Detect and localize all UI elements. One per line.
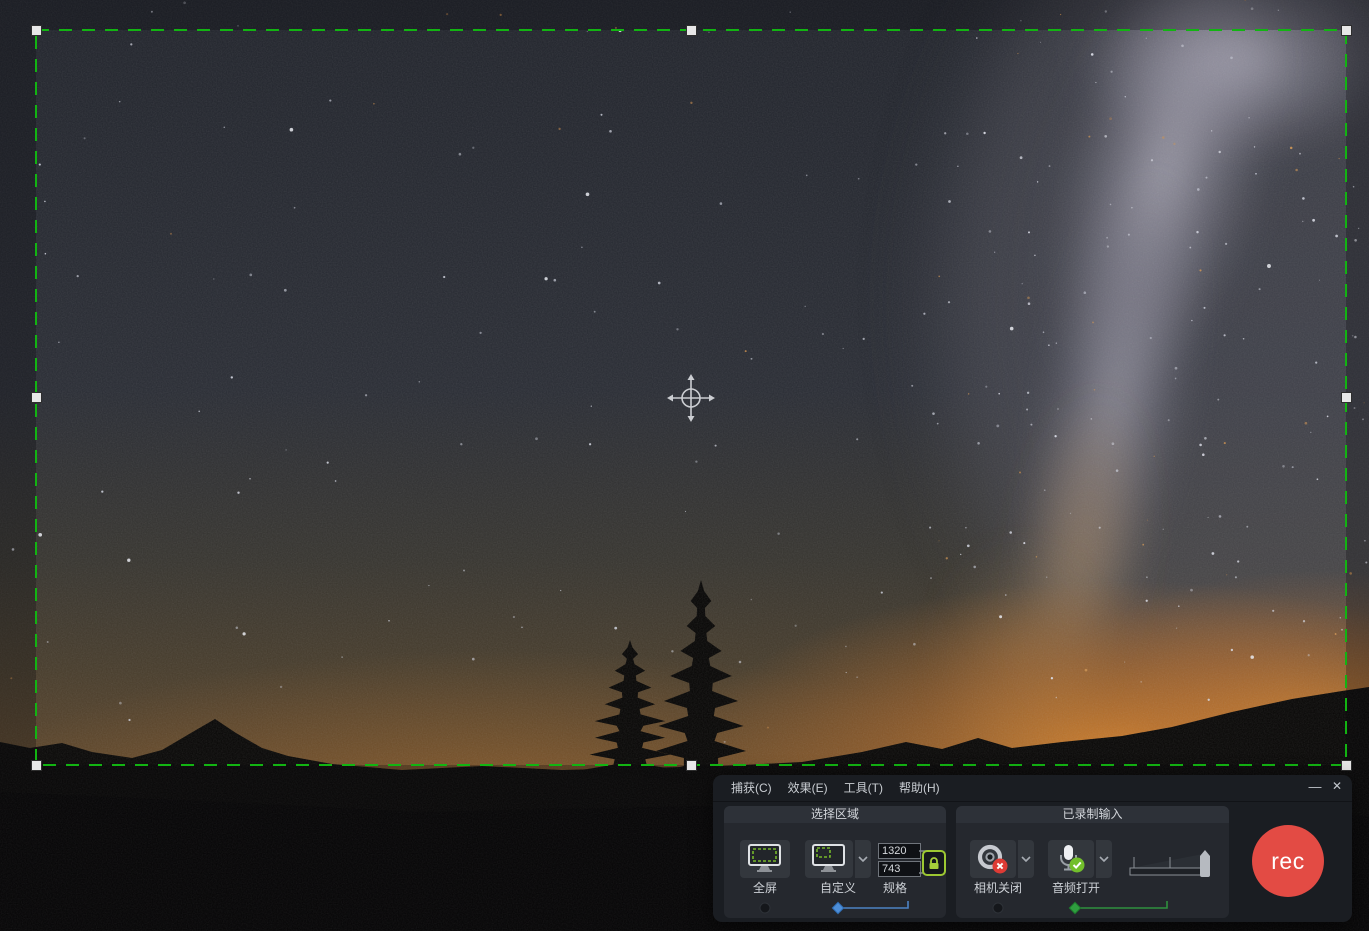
selection-handle-e[interactable] <box>1341 392 1352 403</box>
selection-handle-ne[interactable] <box>1341 25 1352 36</box>
selection-handle-nw[interactable] <box>31 25 42 36</box>
recorder-panel: 捕获(C) 效果(E) 工具(T) 帮助(H) — ✕ 选择区域 全屏 <box>713 775 1352 922</box>
fullscreen-monitor-icon <box>748 844 782 874</box>
menu-help[interactable]: 帮助(H) <box>891 777 948 799</box>
move-crosshair-icon[interactable] <box>663 370 719 426</box>
aspect-lock-button[interactable] <box>922 850 946 876</box>
chevron-down-icon <box>1021 856 1031 862</box>
menu-effects[interactable]: 效果(E) <box>780 777 836 799</box>
audio-level-meter <box>1128 848 1214 880</box>
audio-button[interactable] <box>1048 840 1094 878</box>
selection-handle-n[interactable] <box>686 25 697 36</box>
custom-region-label: 自定义 <box>805 879 871 896</box>
region-width-input[interactable] <box>878 843 921 859</box>
size-label: 规格 <box>872 879 918 896</box>
region-mode-indicator <box>724 900 946 916</box>
record-button[interactable]: rec <box>1252 825 1324 897</box>
audio-status-label: 音频打开 <box>1040 879 1112 896</box>
minimize-button[interactable]: — <box>1306 778 1324 796</box>
audio-mode-indicator <box>956 900 1229 916</box>
menu-tools[interactable]: 工具(T) <box>836 777 891 799</box>
select-region-title: 选择区域 <box>724 806 946 823</box>
custom-region-dropdown[interactable] <box>855 840 871 878</box>
chevron-down-icon <box>858 856 868 862</box>
recorded-inputs-group: 已录制输入 相机关闭 <box>956 806 1229 918</box>
fullscreen-button[interactable] <box>740 840 790 878</box>
menu-bar: 捕获(C) 效果(E) 工具(T) 帮助(H) — ✕ <box>713 775 1352 802</box>
camera-button[interactable] <box>970 840 1016 878</box>
region-height-input[interactable] <box>878 861 921 877</box>
chevron-down-icon <box>1099 856 1109 862</box>
select-region-group: 选择区域 全屏 自定义 <box>724 806 946 918</box>
fullscreen-label: 全屏 <box>740 879 790 896</box>
volume-slider-handle[interactable] <box>1200 850 1210 877</box>
selection-handle-w[interactable] <box>31 392 42 403</box>
camera-off-icon <box>976 843 1010 875</box>
recorded-inputs-title: 已录制输入 <box>956 806 1229 823</box>
camera-status-label: 相机关闭 <box>962 879 1034 896</box>
dim-overlay-top <box>0 0 1369 30</box>
lock-icon <box>927 856 941 870</box>
menu-capture[interactable]: 捕获(C) <box>723 777 780 799</box>
custom-region-monitor-icon <box>812 844 846 874</box>
selection-handle-s[interactable] <box>686 760 697 771</box>
camera-dropdown[interactable] <box>1018 840 1034 878</box>
screen: 捕获(C) 效果(E) 工具(T) 帮助(H) — ✕ 选择区域 全屏 <box>0 0 1369 931</box>
close-button[interactable]: ✕ <box>1328 778 1346 796</box>
audio-dropdown[interactable] <box>1096 840 1112 878</box>
selection-handle-se[interactable] <box>1341 760 1352 771</box>
custom-region-button[interactable] <box>805 840 853 878</box>
microphone-on-icon <box>1054 843 1088 875</box>
selection-handle-sw[interactable] <box>31 760 42 771</box>
